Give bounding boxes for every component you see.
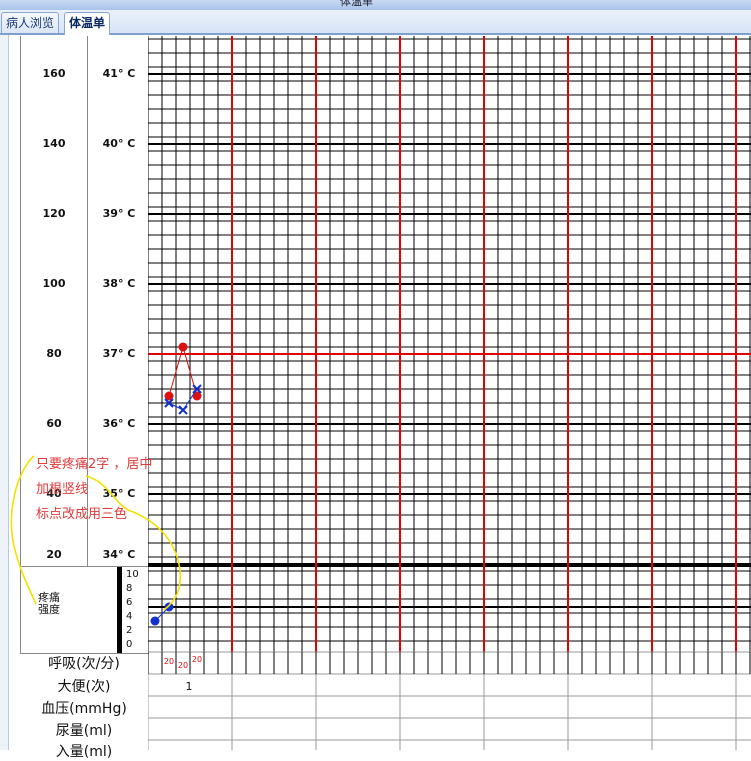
yellow-scribble [10,455,182,611]
